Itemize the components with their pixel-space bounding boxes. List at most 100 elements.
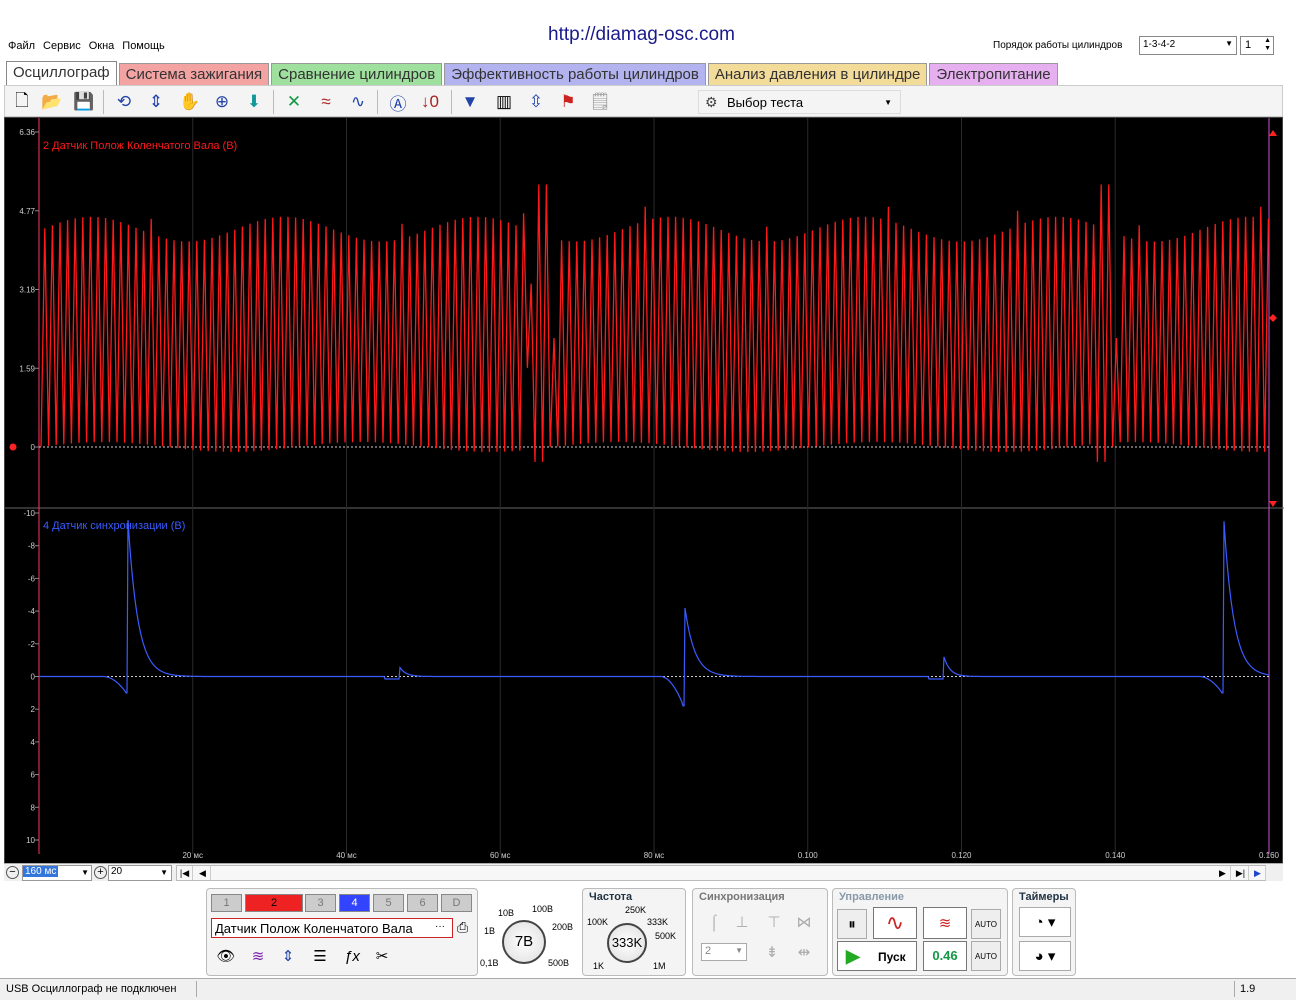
- tab-5[interactable]: Анализ давления в цилиндре: [707, 63, 928, 85]
- toolbar: 🗋 📂 💾 ⟲ ⇕ ✋ ⊕ ⬇ ✕ ≈ ∿ Ⓐ ↓0 ▼ ▥ ⇳ ⚑ 🗒 ⚙ В…: [4, 85, 1283, 117]
- menu-help[interactable]: Помощь: [122, 40, 165, 52]
- tab-2[interactable]: Система зажигания: [118, 63, 270, 85]
- auto-sync-icon[interactable]: AUTO: [971, 941, 1001, 971]
- noise-icon[interactable]: ≋: [923, 907, 967, 939]
- tools-icon[interactable]: ✂: [369, 943, 395, 969]
- printer-icon[interactable]: ⎙: [457, 919, 468, 936]
- freq-label-1m: 1M: [653, 961, 666, 971]
- control-value[interactable]: 0.46: [923, 941, 967, 971]
- x-tick: 0.120: [951, 851, 972, 860]
- lines-icon[interactable]: ☰: [307, 943, 333, 969]
- sine-icon[interactable]: ∿: [873, 907, 917, 939]
- pause-icon[interactable]: ⏸: [837, 909, 867, 939]
- wave3-icon[interactable]: ∿: [345, 89, 371, 115]
- position-icon[interactable]: ⇹: [789, 937, 819, 967]
- channel-button-5[interactable]: 5: [373, 894, 404, 912]
- open-folder-icon[interactable]: 📂: [39, 89, 65, 115]
- scroll-first-icon[interactable]: |◀: [177, 866, 193, 880]
- notes-icon[interactable]: 🗒: [587, 89, 613, 115]
- auto-icon[interactable]: AUTO: [971, 909, 1001, 939]
- voltage-value: 7В: [514, 933, 534, 950]
- split-icon[interactable]: ⇳: [523, 89, 549, 115]
- trigger-up-icon[interactable]: ⊥: [727, 907, 757, 937]
- timer-stop-icon[interactable]: ◕ ▾: [1019, 941, 1071, 971]
- channel-button-3[interactable]: 3: [305, 894, 336, 912]
- tab-3[interactable]: Сравнение цилиндров: [271, 63, 443, 85]
- channel-buttons: 123456D: [211, 894, 472, 914]
- ch1-bottom-marker: [1269, 501, 1277, 507]
- channel-button-D[interactable]: D: [441, 894, 472, 912]
- zero-icon[interactable]: ↓0: [417, 89, 443, 115]
- function-icon[interactable]: ƒx: [339, 943, 365, 969]
- channel-button-2[interactable]: 2: [245, 894, 303, 912]
- level-icon[interactable]: ⇟: [757, 937, 787, 967]
- more-icon[interactable]: ···: [435, 921, 445, 932]
- x-tick: 0.100: [798, 851, 819, 860]
- menu-service[interactable]: Сервис: [43, 40, 81, 52]
- trigger-both-icon[interactable]: ⋈: [789, 907, 819, 937]
- scroll-left-icon[interactable]: ◀: [195, 866, 211, 880]
- tab-4[interactable]: Эффективность работы цилиндров: [444, 63, 706, 85]
- scroll-right-icon[interactable]: ▶: [1215, 866, 1231, 880]
- menu-file[interactable]: Файл: [8, 40, 35, 52]
- voltage-control: 10В 100В 1В 200В 0,1В 500В 7В: [476, 896, 576, 976]
- cylinder-spinner[interactable]: 1 ▲ ▼: [1240, 36, 1274, 55]
- oscilloscope-display[interactable]: 6.36 4.77 3.18 1.59 0 -10 -8 -6 -4 -2 0 2 4 6 8 10 20 мс…: [4, 117, 1284, 865]
- trigger-down-icon[interactable]: ⊤: [759, 907, 789, 937]
- timers-title: Таймеры: [1019, 891, 1069, 903]
- filter-icon[interactable]: ▼: [457, 89, 483, 115]
- channel2-title: 4 Датчик синхронизации (В): [43, 520, 185, 532]
- freq-label-333k: 333K: [647, 917, 669, 927]
- frequency-knob[interactable]: 333K: [607, 923, 647, 963]
- cursor-icon[interactable]: ⬇: [241, 89, 267, 115]
- sync-channel-select[interactable]: 2 ▼: [701, 943, 747, 961]
- auto-icon[interactable]: Ⓐ: [385, 89, 411, 115]
- volt-label-200: 200В: [552, 922, 574, 932]
- wave2-icon[interactable]: ≈: [313, 89, 339, 115]
- timebase-bar: − 160 мс ▼ + 20 ▼ |◀ ◀ ▶ ▶| ▶: [4, 863, 1283, 881]
- scale-icon[interactable]: ⇕: [143, 89, 169, 115]
- wave1-icon[interactable]: ✕: [281, 89, 307, 115]
- table-icon[interactable]: ▥: [491, 89, 517, 115]
- start-label: Пуск: [878, 950, 906, 964]
- wave-icon[interactable]: ≋: [245, 943, 271, 969]
- test-select[interactable]: ⚙ Выбор теста ▼: [698, 90, 901, 114]
- ch1-top-marker: [1269, 130, 1277, 136]
- cylinder-order-label: Порядок работы цилиндров: [993, 40, 1123, 51]
- voltage-knob[interactable]: 7В: [502, 920, 546, 964]
- menu-windows[interactable]: Окна: [89, 40, 115, 52]
- horizontal-scrollbar[interactable]: |◀ ◀ ▶ ▶| ▶: [176, 865, 1266, 881]
- status-text: USB Осциллограф не подключен: [6, 983, 177, 995]
- hand-icon[interactable]: ✋: [177, 89, 203, 115]
- sync-title: Синхронизация: [699, 891, 785, 903]
- timebase-select[interactable]: 160 мс ▼: [22, 865, 92, 881]
- channel-select[interactable]: Датчик Полож Коленчатого Вала: [211, 918, 453, 938]
- scroll-last-icon[interactable]: ▶|: [1233, 866, 1249, 880]
- x-tick: 60 мс: [490, 851, 511, 860]
- start-button[interactable]: ▶ Пуск: [837, 941, 917, 971]
- timer-start-icon[interactable]: ◔ ▾: [1019, 907, 1071, 937]
- timebase-value: 160 мс: [23, 866, 59, 877]
- play-icon[interactable]: ▶: [1250, 866, 1266, 880]
- zoom-icon[interactable]: ⊕: [209, 89, 235, 115]
- tab-6[interactable]: Электропитание: [929, 63, 1058, 85]
- save-icon[interactable]: 💾: [71, 89, 97, 115]
- zoom-out-icon[interactable]: −: [6, 866, 19, 879]
- channel-button-4[interactable]: 4: [339, 894, 370, 912]
- tab-1[interactable]: Осциллограф: [6, 61, 117, 85]
- marker-icon[interactable]: ⚑: [555, 89, 581, 115]
- eye-icon[interactable]: 👁: [213, 943, 239, 969]
- updown-icon[interactable]: ⇕: [275, 943, 301, 969]
- frequency-title: Частота: [589, 891, 633, 903]
- spin-arrows-icon: ▲ ▼: [1264, 37, 1271, 52]
- x-tick: 80 мс: [644, 851, 665, 860]
- rising-edge-icon[interactable]: ⌠: [699, 907, 729, 937]
- zoom-in-icon[interactable]: +: [94, 866, 107, 879]
- points-select[interactable]: 20 ▼: [108, 865, 172, 881]
- new-file-icon[interactable]: 🗋: [9, 89, 35, 115]
- channel-button-6[interactable]: 6: [407, 894, 438, 912]
- cylinder-order-select[interactable]: 1-3-4-2 ▼: [1139, 36, 1237, 55]
- rotate-icon[interactable]: ⟲: [111, 89, 137, 115]
- channel-button-1[interactable]: 1: [211, 894, 242, 912]
- y-tick-ch2: 10: [26, 836, 35, 845]
